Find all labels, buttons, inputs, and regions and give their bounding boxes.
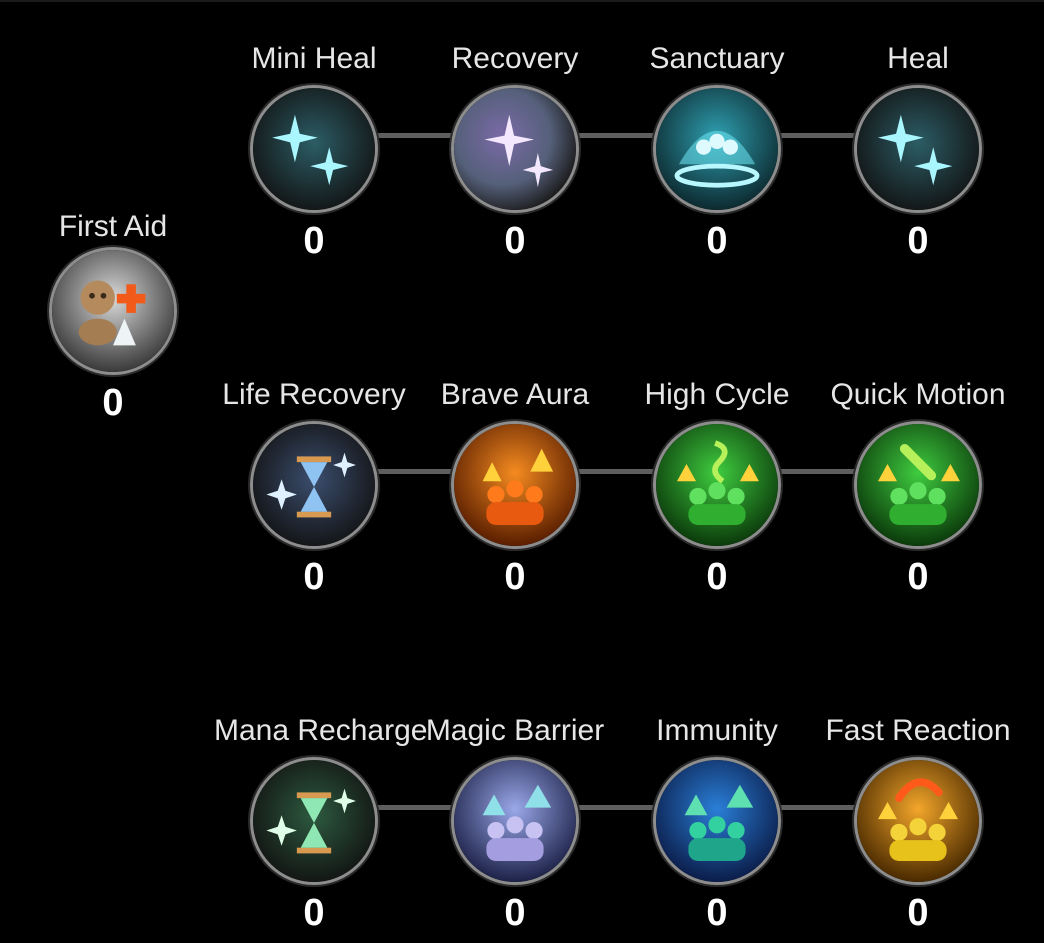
skill-level: 0 (706, 220, 728, 262)
skill-mini-heal[interactable]: Mini Heal 0 (214, 41, 414, 271)
top-border (0, 0, 1044, 2)
skill-first-aid[interactable]: First Aid 0 (13, 209, 213, 439)
skill-level: 0 (907, 556, 929, 598)
party-buff-blue-icon (653, 757, 781, 885)
sparkle-purple-icon (451, 85, 579, 213)
hourglass-green-icon (250, 757, 378, 885)
skill-level: 0 (102, 382, 124, 424)
skill-name: Mini Heal (251, 42, 377, 75)
skill-name: Heal (887, 42, 949, 75)
skill-life-recovery[interactable]: Life Recovery 0 (214, 377, 414, 607)
skill-sanctuary[interactable]: Sanctuary 0 (617, 41, 817, 271)
skill-heal[interactable]: Heal 0 (818, 41, 1018, 271)
skill-recovery[interactable]: Recovery 0 (415, 41, 615, 271)
skill-name: Mana Recharge (214, 714, 428, 747)
skill-name: Fast Reaction (825, 714, 1011, 747)
skill-magic-barrier[interactable]: Magic Barrier 0 (415, 713, 615, 943)
first-aid-icon (49, 247, 177, 375)
skill-level: 0 (303, 556, 325, 598)
party-buff-orange-icon (451, 421, 579, 549)
skill-name: Life Recovery (222, 378, 406, 411)
skill-level: 0 (907, 220, 929, 262)
sparkle-icon (854, 85, 982, 213)
party-buff-violet-icon (451, 757, 579, 885)
skill-name: Sanctuary (649, 42, 785, 75)
skill-level: 0 (303, 220, 325, 262)
skill-level: 0 (907, 892, 929, 934)
skill-name: High Cycle (644, 378, 790, 411)
skill-name: Magic Barrier (425, 714, 605, 747)
hourglass-icon (250, 421, 378, 549)
skill-name: First Aid (58, 210, 168, 243)
skill-quick-motion[interactable]: Quick Motion 0 (818, 377, 1018, 607)
skill-level: 0 (303, 892, 325, 934)
sparkle-icon (250, 85, 378, 213)
skill-high-cycle[interactable]: High Cycle 0 (617, 377, 817, 607)
skill-fast-reaction[interactable]: Fast Reaction 0 (818, 713, 1018, 943)
skill-brave-aura[interactable]: Brave Aura 0 (415, 377, 615, 607)
sanctuary-dome-icon (653, 85, 781, 213)
skill-immunity[interactable]: Immunity 0 (617, 713, 817, 943)
party-buff-green-icon (854, 421, 982, 549)
skill-name: Brave Aura (440, 378, 590, 411)
party-buff-yellow-icon (854, 757, 982, 885)
skill-mana-recharge[interactable]: Mana Recharge 0 (214, 713, 428, 943)
skill-level: 0 (706, 556, 728, 598)
skill-name: Quick Motion (830, 378, 1006, 411)
skill-name: Recovery (451, 42, 579, 75)
skill-name: Immunity (656, 714, 778, 747)
skill-level: 0 (504, 220, 526, 262)
skill-level: 0 (706, 892, 728, 934)
skill-level: 0 (504, 556, 526, 598)
party-buff-green-icon (653, 421, 781, 549)
skill-level: 0 (504, 892, 526, 934)
